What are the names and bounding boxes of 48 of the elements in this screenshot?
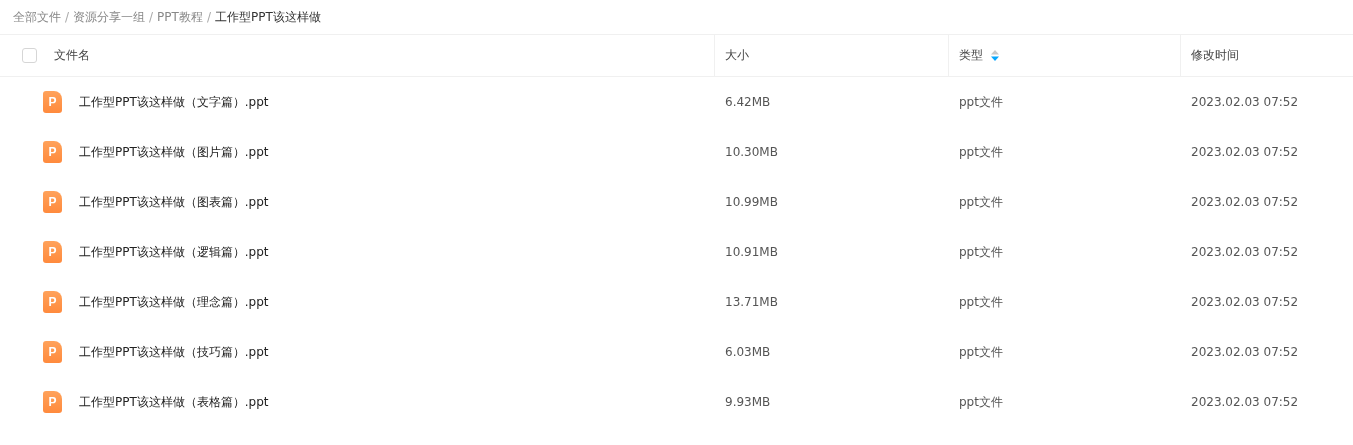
modified-time: 2023.02.03 07:52	[1191, 95, 1299, 109]
column-header[interactable]: 文件名	[54, 47, 90, 64]
modified-time: 2023.02.03 07:52	[1191, 245, 1299, 259]
modified-time: 2023.02.03 07:52	[1191, 395, 1299, 409]
file-name[interactable]: 工作型PPT该这样做（图表篇）.ppt	[79, 193, 269, 211]
ppt-file-icon: P	[43, 191, 62, 213]
breadcrumb-link[interactable]: 全部文件	[13, 8, 61, 26]
file-size: 10.91MB	[725, 245, 778, 259]
breadcrumb-link[interactable]: 工作型PPT该这样做	[214, 8, 321, 26]
modified-time: 2023.02.03 07:52	[1191, 145, 1299, 159]
file-name[interactable]: 工作型PPT该这样做（技巧篇）.ppt	[79, 343, 269, 361]
breadcrumb-separator: /	[149, 10, 154, 24]
file-type: ppt文件	[959, 393, 1003, 411]
file-name[interactable]: 工作型PPT该这样做（文字篇）.ppt	[79, 93, 269, 111]
file-size: 13.71MB	[725, 295, 778, 309]
file-type: ppt文件	[959, 343, 1003, 361]
ppt-file-icon: P	[43, 291, 62, 313]
file-size: 6.42MB	[725, 95, 771, 109]
file-type: ppt文件	[959, 293, 1003, 311]
modified-time: 2023.02.03 07:52	[1191, 345, 1299, 359]
file-size: 9.93MB	[725, 395, 771, 409]
breadcrumb-separator: /	[206, 10, 211, 24]
file-type: ppt文件	[959, 143, 1003, 161]
ppt-file-icon: P	[43, 341, 62, 363]
ppt-file-icon: P	[43, 391, 62, 413]
file-size: 6.03MB	[725, 345, 771, 359]
file-name[interactable]: 工作型PPT该这样做（理念篇）.ppt	[79, 293, 269, 311]
column-header[interactable]: 类型	[959, 47, 983, 64]
breadcrumb-separator: /	[65, 10, 70, 24]
modified-time: 2023.02.03 07:52	[1191, 295, 1299, 309]
sort-icon[interactable]	[991, 50, 999, 61]
breadcrumb-link[interactable]: PPT教程	[157, 8, 203, 26]
file-name[interactable]: 工作型PPT该这样做（表格篇）.ppt	[79, 393, 269, 411]
file-size: 10.30MB	[725, 145, 778, 159]
ppt-file-icon: P	[43, 141, 62, 163]
file-name[interactable]: 工作型PPT该这样做（图片篇）.ppt	[79, 143, 269, 161]
column-header[interactable]: 修改时间	[1191, 47, 1239, 64]
file-type: ppt文件	[959, 243, 1003, 261]
ppt-file-icon: P	[43, 91, 62, 113]
column-header[interactable]: 大小	[725, 47, 749, 64]
file-name[interactable]: 工作型PPT该这样做（逻辑篇）.ppt	[79, 243, 269, 261]
file-type: ppt文件	[959, 93, 1003, 111]
file-type: ppt文件	[959, 193, 1003, 211]
file-size: 10.99MB	[725, 195, 778, 209]
modified-time: 2023.02.03 07:52	[1191, 195, 1299, 209]
select-all-checkbox[interactable]	[22, 48, 37, 63]
ppt-file-icon: P	[43, 241, 62, 263]
breadcrumb-link[interactable]: 资源分享一组	[73, 8, 146, 26]
